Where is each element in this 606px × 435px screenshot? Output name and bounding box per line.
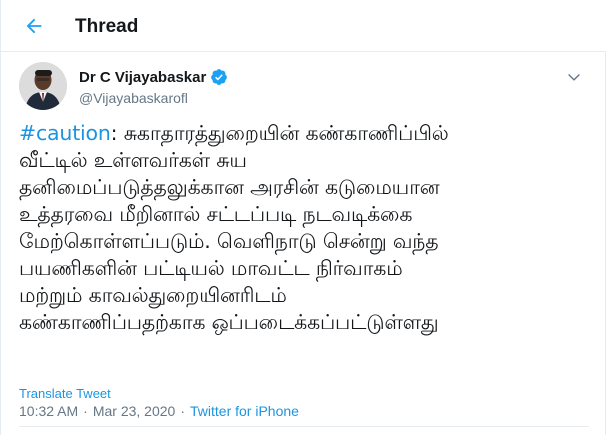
tweet-line-7: மற்றும் காவல்துறையினரிடம் [19,283,287,307]
translate-tweet-link[interactable]: Translate Tweet [19,386,111,401]
avatar[interactable] [19,62,67,110]
author-display-name[interactable]: Dr C Vijayabaskar [79,69,206,86]
tweet-line-8: கண்காணிப்பதற்காக ஒப்படைக்கப்பட்டுள்ளது [19,310,439,334]
author-name-row: Dr C Vijayabaskar [79,68,228,86]
tweet-line-5: மேற்கொள்ளப்படும். வெளிநாடு சென்று வந்த [19,229,439,253]
profile-photo-icon [19,62,67,110]
tweet-time[interactable]: 10:32 AM [19,403,78,419]
author-handle[interactable]: @Vijayabaskarofl [79,90,188,106]
arrow-left-icon [26,18,42,34]
divider [19,426,589,427]
tweet-line-6: பயணிகளின் பட்டியல் மாவட்ட நிர்வாகம் [19,256,403,280]
tweet-line-text: : சுகாதாரத்துறையின் கண்காணிப்பில் [110,121,449,145]
tweet-metadata: 10:32 AM · Mar 23, 2020 · Twitter for iP… [19,403,299,419]
meta-separator: · [180,403,185,419]
tweet-author: Dr C Vijayabaskar @Vijayabaskarofl [19,62,589,112]
meta-separator: · [83,403,88,419]
tweet-options-button[interactable] [563,66,585,88]
verified-badge-icon [211,69,228,85]
tweet-source-link[interactable]: Twitter for iPhone [190,403,299,419]
back-button[interactable] [17,9,51,43]
hashtag-link[interactable]: #caution [19,121,111,145]
tweet-date[interactable]: Mar 23, 2020 [93,403,176,419]
tweet-line-4: உத்தரவை மீறினால் சட்டப்படி நடவடிக்கை [19,202,413,226]
tweet-line-2: வீட்டில் உள்ளவர்கள் சுய [19,148,247,172]
page-title: Thread [75,16,139,37]
tweet-line-1: #caution: சுகாதாரத்துறையின் கண்காணிப்பில… [19,120,599,147]
tweet-text: #caution: சுகாதாரத்துறையின் கண்காணிப்பில… [19,120,599,336]
thread-header: Thread [1,0,606,52]
chevron-down-icon [568,74,580,81]
tweet-line-3: தனிமைப்படுத்தலுக்கான அரசின் கடுமையான [19,175,440,199]
tweet-thread-page: Thread Dr C Vijayabaskar @Vijayabaskarof… [0,0,606,435]
